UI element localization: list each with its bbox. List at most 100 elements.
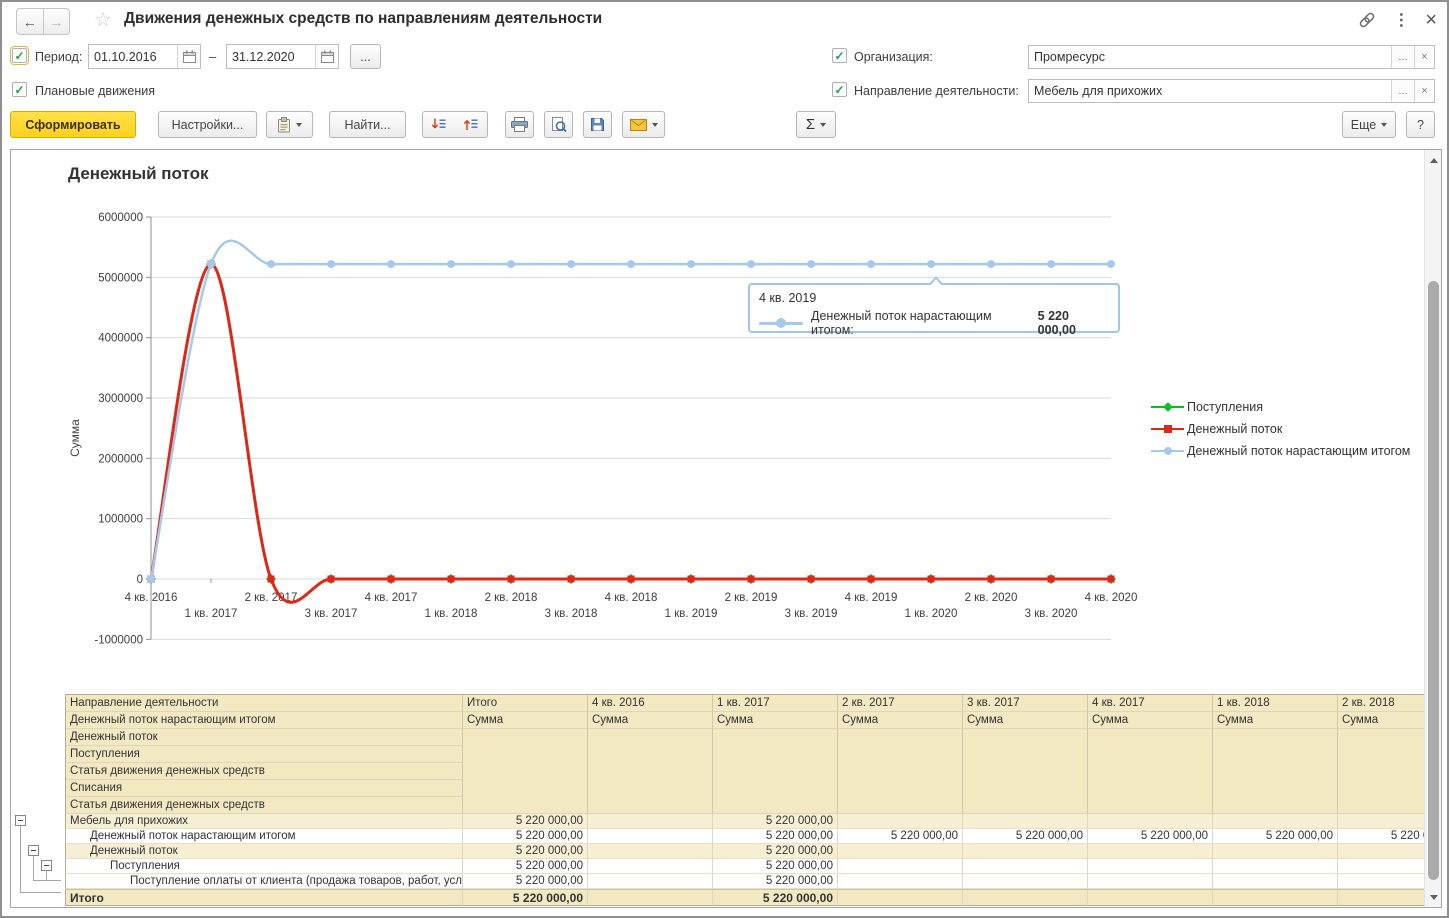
table-row[interactable]: Денежный поток нарастающим итогом5 220 0… xyxy=(11,829,1442,844)
table-column-sub[interactable]: Сумма xyxy=(963,712,1088,729)
svg-text:3 кв. 2020: 3 кв. 2020 xyxy=(1025,608,1078,620)
direction-input[interactable] xyxy=(1029,80,1391,102)
help-button[interactable]: ? xyxy=(1406,111,1435,138)
period-to-input[interactable] xyxy=(227,45,315,68)
legend-label: Денежный поток нарастающим итогом xyxy=(1187,444,1410,458)
table-header-label[interactable]: Поступления xyxy=(66,746,463,763)
link-icon[interactable] xyxy=(1357,10,1377,30)
find-button[interactable]: Найти... xyxy=(329,111,406,138)
row-label: Поступления xyxy=(65,859,463,874)
forward-button[interactable]: → xyxy=(43,9,70,34)
circle-marker-icon xyxy=(927,260,935,268)
organization-input[interactable] xyxy=(1029,46,1391,68)
table-row[interactable]: Денежный поток5 220 000,005 220 000,00 xyxy=(11,844,1442,859)
tree-expander[interactable] xyxy=(15,815,26,826)
table-column-title[interactable]: 1 кв. 2017 xyxy=(713,695,838,712)
svg-text:5000000: 5000000 xyxy=(98,272,143,284)
row-value xyxy=(1088,814,1213,829)
svg-text:1 кв. 2018: 1 кв. 2018 xyxy=(425,608,478,620)
close-icon[interactable]: × xyxy=(1425,10,1437,30)
table-header-label[interactable]: Статья движения денежных средств xyxy=(66,763,463,780)
report-variants-button[interactable] xyxy=(266,111,313,138)
check-icon: ✓ xyxy=(14,83,24,97)
table-header-fill xyxy=(838,729,963,814)
direction-checkbox[interactable]: ✓ xyxy=(832,82,847,97)
table-column-title[interactable]: 4 кв. 2016 xyxy=(588,695,713,712)
table-header-label[interactable]: Денежный поток нарастающим итогом xyxy=(66,712,463,729)
send-mail-button[interactable] xyxy=(622,111,665,138)
choose-button[interactable]: ... xyxy=(1391,80,1414,102)
planned-checkbox[interactable]: ✓ xyxy=(12,82,27,97)
table-column-title[interactable]: 1 кв. 2018 xyxy=(1213,695,1338,712)
row-value: 5 220 000,00 xyxy=(1213,829,1338,844)
sort-ascending-button[interactable] xyxy=(454,111,488,138)
period-to-field xyxy=(226,44,339,69)
preview-button[interactable] xyxy=(544,111,573,138)
svg-text:4 кв. 2017: 4 кв. 2017 xyxy=(365,592,418,604)
table-column-sub[interactable]: Сумма xyxy=(1213,712,1338,729)
tooltip-series-label: Денежный поток нарастающим итогом: xyxy=(811,309,1033,337)
square-marker-icon xyxy=(868,576,875,583)
tree-expander[interactable] xyxy=(28,845,39,856)
period-from-input[interactable] xyxy=(89,45,177,68)
menu-kebab-icon[interactable]: ⋮ xyxy=(1393,10,1409,30)
table-row[interactable]: Поступления5 220 000,005 220 000,00 xyxy=(11,859,1442,874)
generate-button[interactable]: Сформировать xyxy=(10,111,136,138)
nav-group: ← → xyxy=(16,8,70,35)
table-row[interactable]: Мебель для прихожих5 220 000,005 220 000… xyxy=(11,814,1442,829)
app-window: ← → ☆ Движения денежных средств по напра… xyxy=(0,0,1449,918)
vertical-scrollbar[interactable] xyxy=(1424,150,1441,907)
square-marker-icon xyxy=(748,576,755,583)
row-value: 5 220 000,00 xyxy=(713,844,838,859)
table-header-label[interactable]: Статья движения денежных средств xyxy=(66,797,463,814)
table-column-sub[interactable]: Сумма xyxy=(1088,712,1213,729)
save-button[interactable] xyxy=(583,111,612,138)
row-label: Мебель для прихожих xyxy=(65,814,463,829)
circle-marker-icon xyxy=(507,260,515,268)
row-value: 5 220 000,00 xyxy=(463,829,588,844)
svg-text:3000000: 3000000 xyxy=(98,393,143,405)
table-row[interactable]: Итого5 220 000,005 220 000,00 xyxy=(11,889,1442,906)
filter-area: ✓ Период: – ... ✓ Плановые движения ✓ Ор… xyxy=(2,38,1447,107)
scrollbar-thumb[interactable] xyxy=(1428,281,1439,880)
more-button[interactable]: Еще xyxy=(1342,111,1396,138)
tree-expander[interactable] xyxy=(41,860,52,871)
tooltip-notch xyxy=(928,276,944,285)
table-column-sub[interactable]: Сумма xyxy=(463,712,588,729)
table-column-title[interactable]: 3 кв. 2017 xyxy=(963,695,1088,712)
table-column-title[interactable]: 4 кв. 2017 xyxy=(1088,695,1213,712)
circle-marker-icon xyxy=(267,260,275,268)
clear-icon[interactable]: × xyxy=(1414,80,1434,102)
scroll-down-icon[interactable] xyxy=(1425,889,1442,905)
settings-button[interactable]: Настройки... xyxy=(158,111,257,138)
back-arrow-icon: ← xyxy=(23,14,37,30)
table-column-title[interactable]: 2 кв. 2017 xyxy=(838,695,963,712)
table-column-sub[interactable]: Сумма xyxy=(713,712,838,729)
totals-button[interactable]: Σ xyxy=(796,111,836,138)
svg-text:1000000: 1000000 xyxy=(98,514,143,526)
table-header-label[interactable]: Денежный поток xyxy=(66,729,463,746)
choose-button[interactable]: ... xyxy=(1391,46,1414,68)
table-header-label[interactable]: Направление деятельности xyxy=(66,695,463,712)
square-marker-icon xyxy=(628,576,635,583)
calendar-icon[interactable] xyxy=(315,45,338,68)
print-button[interactable] xyxy=(505,111,534,138)
scroll-up-icon[interactable] xyxy=(1425,152,1442,168)
back-button[interactable]: ← xyxy=(17,9,43,34)
calendar-icon[interactable] xyxy=(177,45,200,68)
table-row[interactable]: Поступление оплаты от клиента (продажа т… xyxy=(11,874,1442,889)
find-label: Найти... xyxy=(344,118,390,132)
period-more-button[interactable]: ... xyxy=(350,44,381,69)
sort-descending-button[interactable] xyxy=(422,111,455,138)
period-checkbox[interactable]: ✓ xyxy=(12,48,27,63)
row-value xyxy=(838,814,963,829)
table-column-sub[interactable]: Сумма xyxy=(838,712,963,729)
table-column-title[interactable]: Итого xyxy=(463,695,588,712)
table-column-sub[interactable]: Сумма xyxy=(588,712,713,729)
organization-checkbox[interactable]: ✓ xyxy=(832,48,847,63)
table-header-label[interactable]: Списания xyxy=(66,780,463,797)
square-marker-icon xyxy=(268,576,275,583)
clear-icon[interactable]: × xyxy=(1414,46,1434,68)
favorite-star-icon[interactable]: ☆ xyxy=(94,7,112,32)
tooltip-marker-icon xyxy=(776,318,786,328)
